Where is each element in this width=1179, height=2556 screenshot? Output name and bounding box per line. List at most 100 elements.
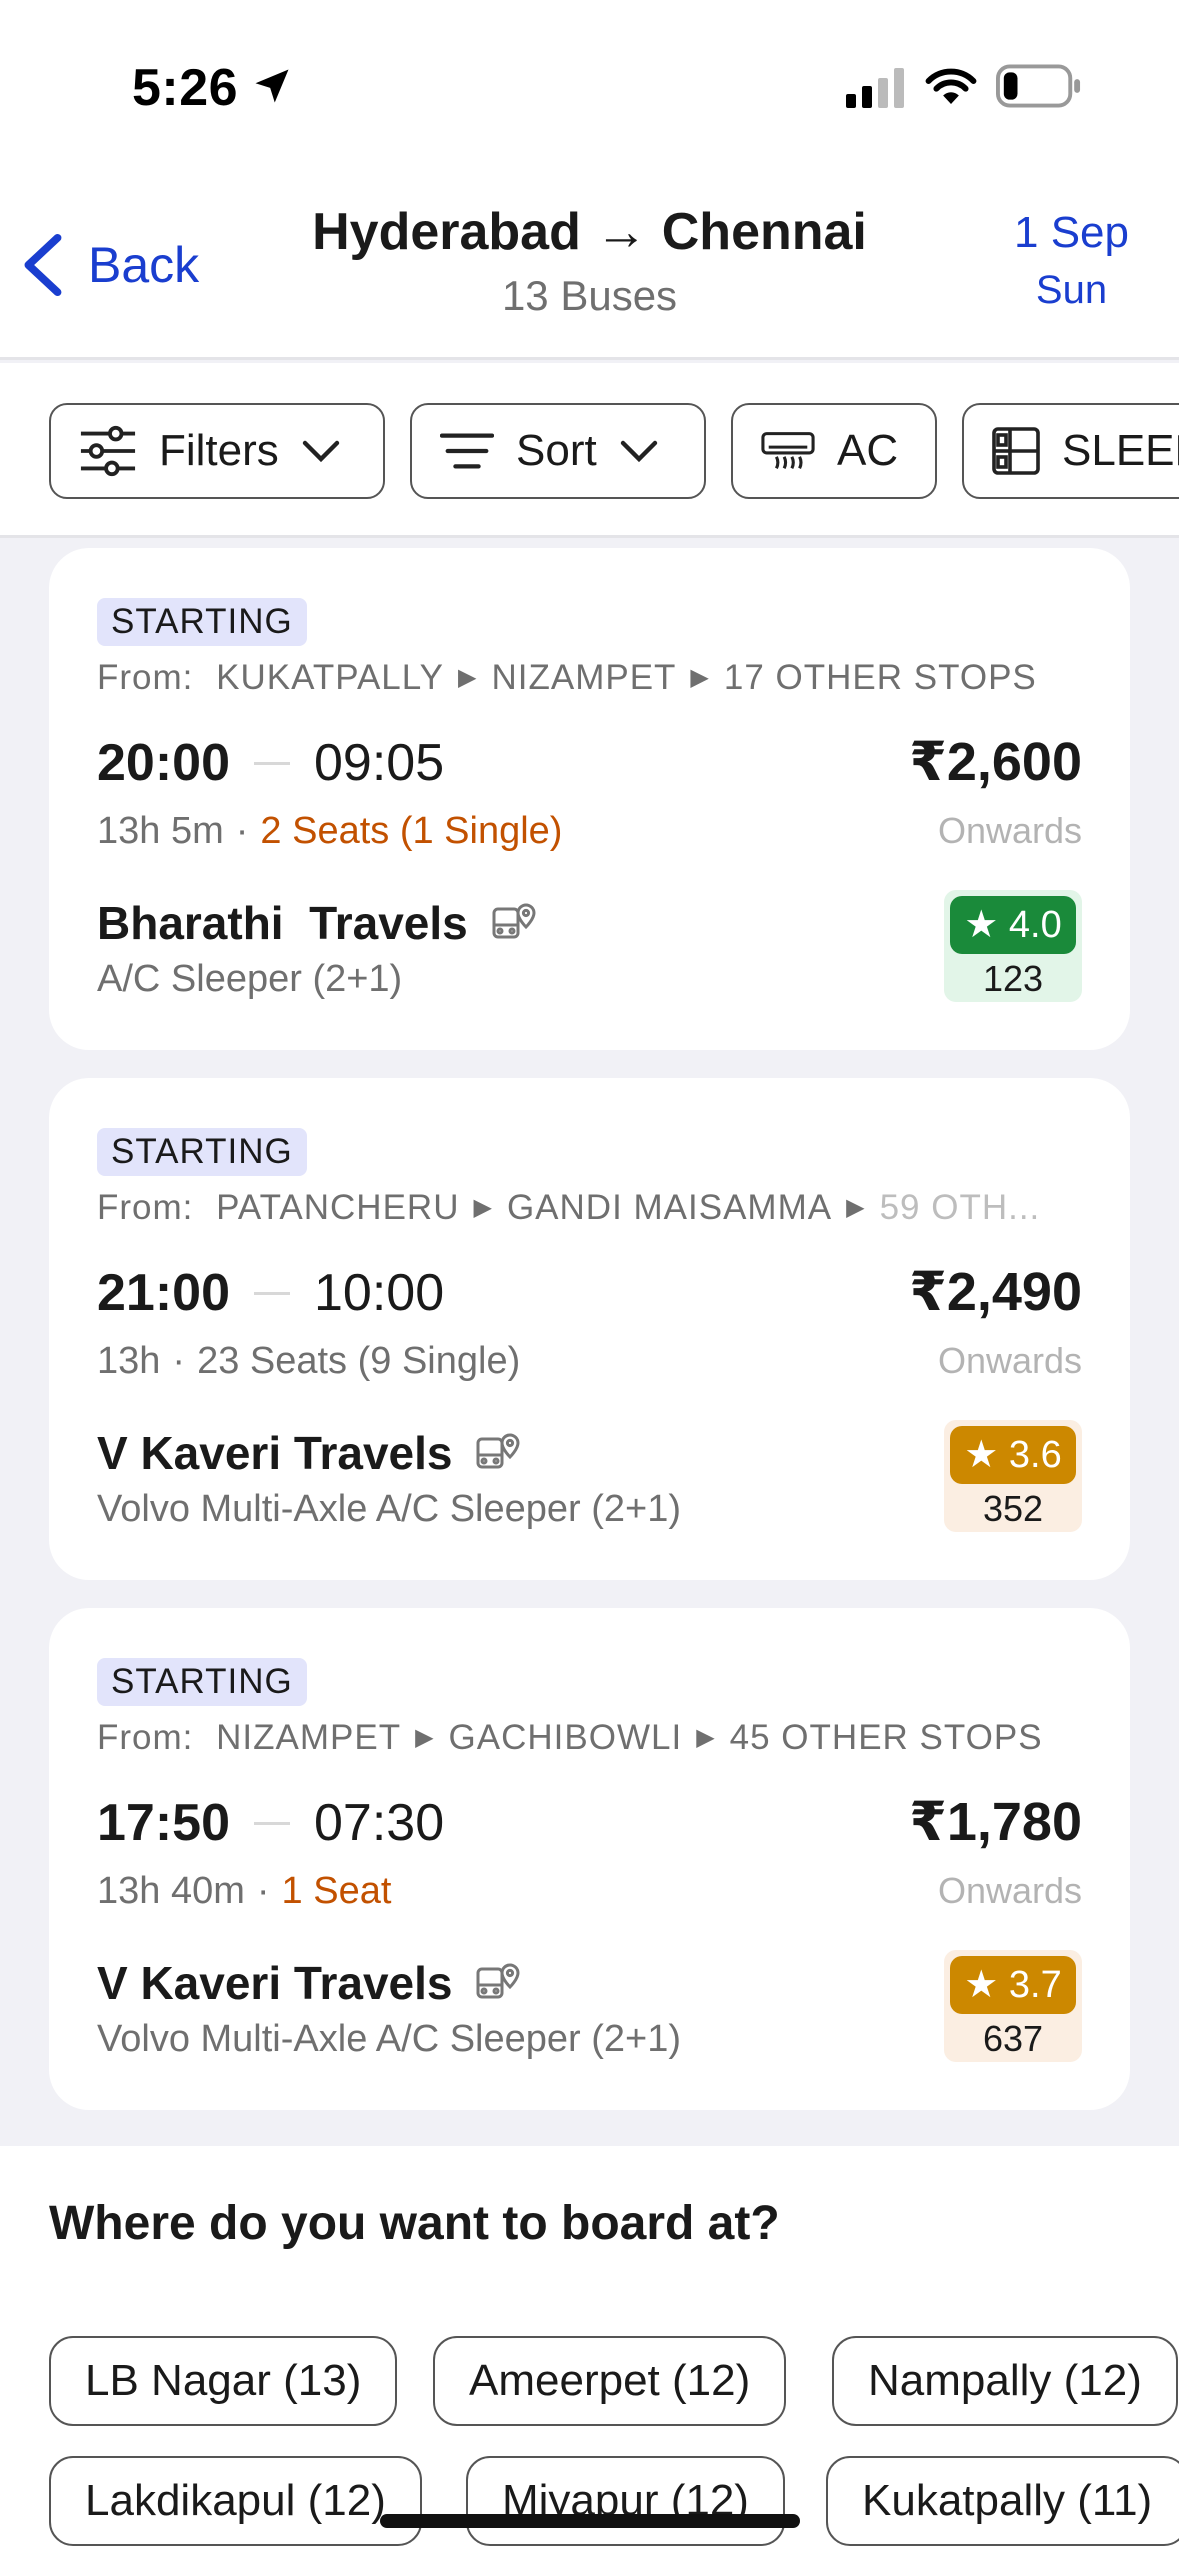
filters-chip[interactable]: Filters [49, 403, 385, 499]
sort-label: Sort [516, 426, 597, 475]
nav-header: Back Hyderabad → Chennai 13 Buses 1 Sep … [0, 150, 1179, 360]
duration: 13h 40m [97, 1870, 245, 1912]
stop-name: GANDI MAISAMMA [506, 1188, 833, 1227]
stop-name: 45 OTHER STOPS [729, 1718, 1043, 1757]
stop-name: NIZAMPET [216, 1718, 402, 1757]
sleeper-chip[interactable]: SLEEPER [962, 403, 1179, 499]
price-note: Onwards [937, 1870, 1082, 1911]
route-title: Hyderabad → Chennai [312, 203, 867, 261]
triangle-right-icon: ▶ [690, 664, 710, 691]
operator-name: V Kaveri Travels [97, 1956, 522, 2010]
seats-available: 23 Seats (9 Single) [197, 1340, 521, 1382]
ac-label: AC [837, 426, 899, 475]
bus-type: Volvo Multi-Axle A/C Sleeper (2+1) [97, 2018, 681, 2060]
live-tracking-icon [492, 903, 536, 939]
boarding-stops: From: PATANCHERU ▶ GANDI MAISAMMA ▶ 59 OTH..… [97, 1188, 1087, 1228]
boarding-point-chip[interactable]: LB Nagar (13) [49, 2336, 398, 2426]
trip-meta: 13h 40m · 1 Seat [97, 1870, 392, 1912]
rating-badge: ★ 3.6 352 [944, 1420, 1082, 1532]
bus-card[interactable]: STARTING From: PATANCHERU ▶ GANDI MAISAMMA… [49, 1078, 1130, 1580]
triangle-right-icon: ▶ [846, 1194, 866, 1221]
triangle-right-icon: ▶ [696, 1724, 716, 1751]
starting-badge: STARTING [97, 1128, 307, 1176]
wifi-icon [925, 68, 977, 104]
duration: 13h [97, 1340, 161, 1382]
operator-label: V Kaveri Travels [97, 1427, 453, 1479]
triangle-right-icon: ▶ [458, 664, 478, 691]
rating-count: 123 [982, 958, 1044, 999]
arrival-time: 10:00 [314, 1264, 445, 1322]
fare-price: ₹2,600 [909, 732, 1082, 792]
arrival-time: 07:30 [314, 1794, 445, 1852]
from-label: From: [97, 1188, 194, 1227]
rating-count: 352 [982, 1488, 1044, 1529]
sliders-icon [80, 425, 136, 477]
status-bar: 5:26 [0, 0, 1179, 150]
boarding-stops: From: NIZAMPET ▶ GACHIBOWLI ▶ 45 OTHER STOPS [97, 1718, 1087, 1758]
stop-name: 59 OTH... [879, 1188, 1041, 1227]
operator-name: V Kaveri Travels [97, 1426, 522, 1480]
journey-times: 20:00 09:05 [97, 733, 444, 793]
cellular-signal-icon [846, 68, 904, 108]
date-weekday: Sun [1035, 268, 1108, 312]
triangle-right-icon: ▶ [415, 1724, 435, 1751]
fare-price: ₹1,780 [909, 1792, 1082, 1852]
filters-label: Filters [159, 426, 279, 475]
bus-type: A/C Sleeper (2+1) [97, 958, 403, 1000]
stop-name: KUKATPALLY [216, 658, 444, 697]
starting-badge: STARTING [97, 598, 307, 646]
from-label: From: [97, 1718, 194, 1757]
departure-time: 17:50 [97, 1794, 230, 1852]
battery-icon [996, 64, 1081, 108]
boarding-title: Where do you want to board at? [49, 2197, 780, 2250]
boarding-point-chip[interactable]: Miyapur (12) [466, 2456, 785, 2546]
operator-label: V Kaveri Travels [97, 1957, 453, 2009]
chevron-down-icon [302, 440, 339, 463]
time-separator [254, 1291, 290, 1295]
triangle-right-icon: ▶ [473, 1194, 493, 1221]
bus-card[interactable]: STARTING From: NIZAMPET ▶ GACHIBOWLI ▶ 45 OT… [49, 1608, 1130, 2110]
departure-time: 20:00 [97, 734, 230, 792]
sort-chip[interactable]: Sort [410, 403, 706, 499]
seats-available: 2 Seats (1 Single) [260, 810, 563, 852]
rating-count: 637 [982, 2018, 1044, 2059]
date-selector[interactable]: 1 Sep Sun [1014, 208, 1129, 313]
live-tracking-icon [476, 1433, 520, 1469]
status-time: 5:26 [132, 59, 239, 117]
duration: 13h 5m [97, 810, 224, 852]
location-arrow-icon [255, 69, 289, 103]
price-note: Onwards [937, 810, 1082, 851]
filter-bar: Filters Sort AC SLEEPER [0, 363, 1179, 538]
rating-score: ★ 3.7 [950, 1956, 1076, 2014]
boarding-stops: From: KUKATPALLY ▶ NIZAMPET ▶ 17 OTHER STOPS [97, 658, 1087, 698]
rating-score: ★ 4.0 [950, 896, 1076, 954]
ac-chip[interactable]: AC [731, 403, 937, 499]
sleeper-label: SLEEPER [1062, 426, 1179, 475]
price-note: Onwards [937, 1340, 1082, 1381]
boarding-point-chip[interactable]: Lakdikapul (12) [49, 2456, 422, 2546]
boarding-point-chip[interactable]: Nampally (12) [832, 2336, 1178, 2426]
sleeper-berth-icon [992, 427, 1040, 475]
operator-name: Bharathi Travels [97, 896, 538, 950]
home-indicator[interactable] [380, 2514, 800, 2528]
stop-name: PATANCHERU [216, 1188, 460, 1227]
time-separator [254, 1821, 290, 1825]
stop-name: GACHIBOWLI [448, 1718, 683, 1757]
bus-count: 13 Buses [501, 272, 678, 319]
boarding-point-chip[interactable]: Ameerpet (12) [433, 2336, 787, 2426]
bus-card[interactable]: STARTING From: KUKATPALLY ▶ NIZAMPET ▶ 17 OT… [49, 548, 1130, 1050]
starting-badge: STARTING [97, 1658, 307, 1706]
seats-available: 1 Seat [281, 1870, 392, 1912]
ac-unit-icon [761, 432, 815, 470]
from-label: From: [97, 658, 194, 697]
sort-lines-icon [440, 433, 494, 469]
arrival-time: 09:05 [314, 734, 445, 792]
time-separator [254, 761, 290, 765]
chevron-down-icon [620, 440, 657, 463]
rating-score: ★ 3.6 [950, 1426, 1076, 1484]
live-tracking-icon [476, 1963, 520, 1999]
date-day: 1 Sep [1014, 208, 1129, 257]
boarding-point-chip[interactable]: Kukatpally (11) [826, 2456, 1179, 2546]
stop-name: 17 OTHER STOPS [723, 658, 1037, 697]
rating-badge: ★ 3.7 637 [944, 1950, 1082, 2062]
